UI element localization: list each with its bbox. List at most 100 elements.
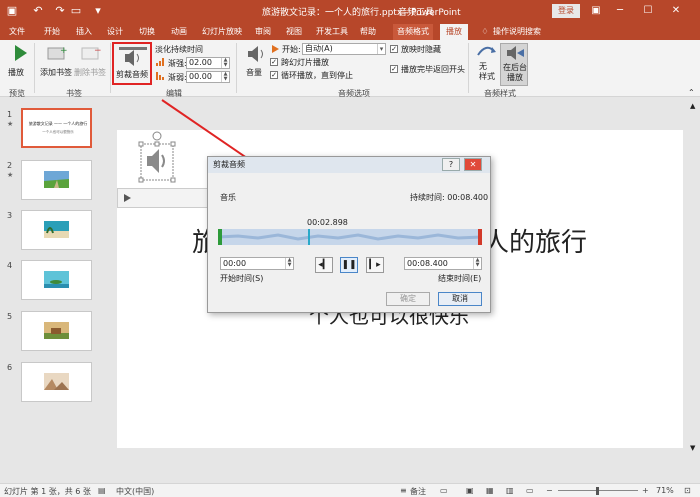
notes-button[interactable]: 备注 xyxy=(410,486,426,497)
ribbon-display-icon[interactable]: ▣ xyxy=(588,3,604,19)
start-trim-handle[interactable] xyxy=(218,229,222,245)
pause-icon: ❚❚ xyxy=(341,260,357,270)
tab-view[interactable]: 视图 xyxy=(281,24,307,40)
clip-audio-button[interactable]: 剪裁音频 xyxy=(112,42,152,85)
slide-number: 4 xyxy=(7,261,13,270)
play-icon[interactable] xyxy=(118,189,134,207)
zoom-slider-thumb[interactable] xyxy=(596,487,599,495)
tab-help[interactable]: 帮助 xyxy=(355,24,381,40)
login-button[interactable]: 登录 xyxy=(552,4,580,18)
play-across-slides-label: 跨幻灯片播放 xyxy=(281,58,329,67)
start-dropdown[interactable]: 自动(A) ▾ xyxy=(302,43,386,55)
add-bookmark-button[interactable]: + 添加书签 xyxy=(40,43,74,83)
tab-audio-format[interactable]: 音频格式 xyxy=(393,24,433,40)
minimize-icon[interactable]: ─ xyxy=(612,3,628,19)
undo-icon[interactable]: ↶ xyxy=(30,3,46,19)
spellcheck-icon[interactable]: ▤ xyxy=(98,486,106,495)
tab-insert[interactable]: 插入 xyxy=(71,24,97,40)
tab-transitions[interactable]: 切换 xyxy=(134,24,160,40)
group-separator xyxy=(34,43,35,93)
save-icon[interactable]: ▣ xyxy=(4,3,20,19)
slide-thumbnail-3[interactable] xyxy=(21,210,92,250)
present-from-start-icon[interactable]: ▭ xyxy=(68,3,84,19)
no-style-button[interactable]: 无 样式 xyxy=(474,43,498,86)
language-indicator[interactable]: 中文(中国) xyxy=(116,486,154,497)
zoom-in-icon[interactable]: + xyxy=(642,486,649,495)
play-across-slides-checkbox[interactable]: ✓ xyxy=(270,58,278,66)
play-button[interactable]: 播放 xyxy=(6,43,32,83)
tab-slide-show[interactable]: 幻灯片放映 xyxy=(200,24,244,40)
rewind-after-playing-checkbox[interactable]: ✓ xyxy=(390,65,398,73)
context-tab-group-label: 音频工具 xyxy=(398,8,435,18)
group-separator xyxy=(236,43,237,93)
close-window-icon[interactable]: ✕ xyxy=(668,3,684,19)
slide-thumbnail-2[interactable] xyxy=(21,160,92,200)
end-trim-handle[interactable] xyxy=(478,229,482,245)
fade-out-field[interactable]: 00.00 ▲ ▼ xyxy=(186,71,230,83)
pause-button[interactable]: ❚❚ xyxy=(340,257,358,273)
animation-star-icon: ★ xyxy=(7,120,14,128)
slideshow-view-icon[interactable]: ▭ xyxy=(526,486,534,495)
play-in-background-button[interactable]: 在后台 播放 xyxy=(500,43,528,86)
notes-icon: ≡ xyxy=(400,486,407,495)
customize-qat-icon[interactable]: ▾ xyxy=(90,3,106,19)
fade-out-icon xyxy=(156,71,166,80)
zoom-percent[interactable]: 71% xyxy=(656,486,674,495)
slide-sorter-icon[interactable]: ▦ xyxy=(486,486,494,495)
collapse-ribbon-icon[interactable]: ⌃ xyxy=(688,88,695,97)
spinner-arrows-icon[interactable]: ▲ ▼ xyxy=(221,58,229,68)
play-icon xyxy=(15,45,27,61)
dialog-title-bar: 剪裁音频 ? ✕ xyxy=(208,157,490,173)
spinner-arrows-icon[interactable]: ▲ ▼ xyxy=(221,72,229,82)
slide-thumbnail-5[interactable] xyxy=(21,311,92,351)
dialog-title: 剪裁音频 xyxy=(213,160,245,169)
fade-in-field[interactable]: 02.00 ▲ ▼ xyxy=(186,57,230,69)
slide-thumbnail-pane: 1 ★ 旅游散文记录 —— 一个人的旅行 一个人也可以很快乐 2 ★ 3 4 5… xyxy=(0,98,97,483)
spinner-arrows-icon[interactable]: ▲ ▼ xyxy=(285,258,293,269)
tab-design[interactable]: 设计 xyxy=(102,24,128,40)
end-time-field[interactable]: 00:08.400 ▲ ▼ xyxy=(404,257,482,270)
normal-view-icon[interactable]: ▣ xyxy=(466,486,474,495)
fit-to-window-icon[interactable]: ⊡ xyxy=(684,486,691,495)
redo-icon[interactable]: ↷ xyxy=(52,3,68,19)
tell-me-search[interactable]: 操作说明搜索 xyxy=(492,24,542,40)
start-time-label: 开始时间(S) xyxy=(220,274,264,283)
loop-until-stopped-checkbox[interactable]: ✓ xyxy=(270,71,278,79)
close-dialog-button[interactable]: ✕ xyxy=(464,158,482,171)
zoom-out-icon[interactable]: − xyxy=(546,486,553,495)
scroll-down-icon[interactable]: ▼ xyxy=(690,444,695,452)
comments-icon[interactable]: ▭ xyxy=(440,486,448,495)
tab-developer[interactable]: 开发工具 xyxy=(313,24,351,40)
slide-thumbnail-6[interactable] xyxy=(21,362,92,402)
ribbon: 播放 预览 + 添加书签 − 删除书签 书签 剪裁音频 淡化持续时间 渐强: 0… xyxy=(0,40,700,98)
reading-view-icon[interactable]: ▥ xyxy=(506,486,514,495)
cancel-button[interactable]: 取消 xyxy=(438,292,482,306)
spinner-arrows-icon[interactable]: ▲ ▼ xyxy=(473,258,481,269)
scroll-up-icon[interactable]: ▲ xyxy=(690,102,695,110)
tab-playback[interactable]: 播放 xyxy=(440,24,468,40)
title-bar: ▣ ↶ ↷ ▭ ▾ 旅游散文记录：一个人的旅行.pptx - PowerPoin… xyxy=(0,0,700,22)
audio-waveform[interactable] xyxy=(217,229,483,245)
no-style-icon xyxy=(477,46,496,56)
vertical-scrollbar[interactable]: ▲ ▼ xyxy=(688,98,700,483)
current-time-label: 00:02.898 xyxy=(307,218,348,227)
slide-thumbnail-4[interactable] xyxy=(21,260,92,300)
tab-animations[interactable]: 动画 xyxy=(166,24,192,40)
duration-label: 持续时间: 00:08.400 xyxy=(410,193,489,202)
chevron-down-icon[interactable]: ▾ xyxy=(377,44,385,54)
next-frame-button[interactable]: ▎▸ xyxy=(366,257,384,273)
start-time-field[interactable]: 00:00 ▲ ▼ xyxy=(220,257,294,270)
maximize-icon[interactable]: ☐ xyxy=(640,3,656,19)
slide-number: 1 xyxy=(7,110,13,119)
tab-file[interactable]: 文件 xyxy=(4,24,30,40)
previous-frame-button[interactable]: ◂▎ xyxy=(315,257,333,273)
hide-during-show-checkbox[interactable]: ✓ xyxy=(390,45,398,53)
tab-home[interactable]: 开始 xyxy=(39,24,65,40)
slide-thumbnail-1[interactable]: 旅游散文记录 —— 一个人的旅行 一个人也可以很快乐 xyxy=(21,108,92,148)
remove-bookmark-button[interactable]: − 删除书签 xyxy=(74,43,108,83)
ok-button[interactable]: 确定 xyxy=(386,292,430,306)
volume-button[interactable]: 音量 xyxy=(244,43,268,83)
help-button[interactable]: ? xyxy=(442,158,460,171)
tab-review[interactable]: 审阅 xyxy=(250,24,276,40)
slide-title-right[interactable]: 人的旅行 xyxy=(483,222,587,259)
